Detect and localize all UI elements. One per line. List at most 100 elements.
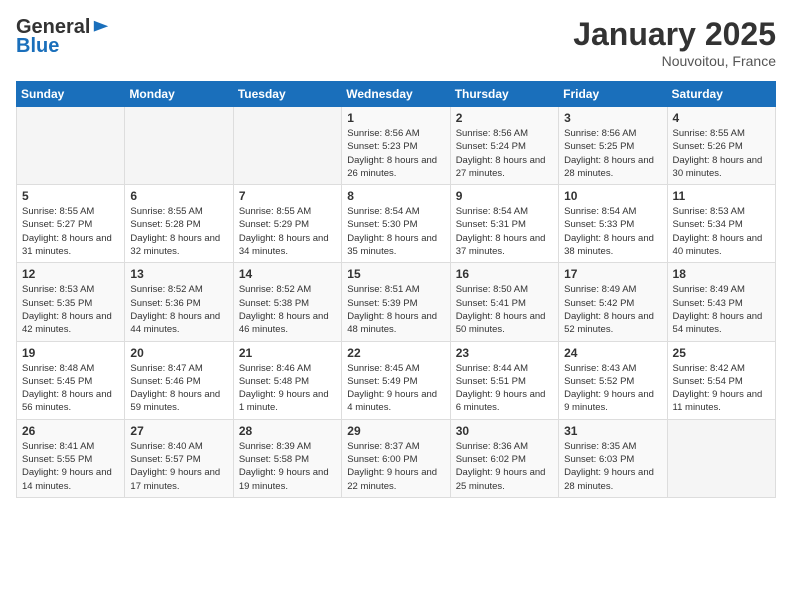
title-block: January 2025 Nouvoitou, France bbox=[573, 16, 776, 69]
calendar-week-1: 1 Sunrise: 8:56 AM Sunset: 5:23 PM Daylig… bbox=[17, 107, 776, 185]
day-number: 25 bbox=[673, 346, 770, 360]
calendar-cell: 20 Sunrise: 8:47 AM Sunset: 5:46 PM Dayli… bbox=[125, 341, 233, 419]
calendar-cell: 12 Sunrise: 8:53 AM Sunset: 5:35 PM Dayli… bbox=[17, 263, 125, 341]
day-number: 16 bbox=[456, 267, 553, 281]
calendar-cell bbox=[125, 107, 233, 185]
calendar-cell bbox=[667, 419, 775, 497]
month-title: January 2025 bbox=[573, 16, 776, 53]
day-info: Sunrise: 8:56 AM Sunset: 5:25 PM Dayligh… bbox=[564, 127, 661, 180]
calendar-cell: 1 Sunrise: 8:56 AM Sunset: 5:23 PM Daylig… bbox=[342, 107, 450, 185]
day-number: 3 bbox=[564, 111, 661, 125]
day-number: 6 bbox=[130, 189, 227, 203]
day-info: Sunrise: 8:46 AM Sunset: 5:48 PM Dayligh… bbox=[239, 362, 336, 415]
calendar-cell: 5Sunrise: 8:55 AM Sunset: 5:27 PM Daylig… bbox=[17, 185, 125, 263]
calendar-week-2: 5Sunrise: 8:55 AM Sunset: 5:27 PM Daylig… bbox=[17, 185, 776, 263]
day-number: 9 bbox=[456, 189, 553, 203]
calendar-cell: 22 Sunrise: 8:45 AM Sunset: 5:49 PM Dayli… bbox=[342, 341, 450, 419]
calendar-cell: 3 Sunrise: 8:56 AM Sunset: 5:25 PM Daylig… bbox=[559, 107, 667, 185]
day-info: Sunrise: 8:55 AM Sunset: 5:28 PM Dayligh… bbox=[130, 205, 227, 258]
calendar-cell: 6 Sunrise: 8:55 AM Sunset: 5:28 PM Daylig… bbox=[125, 185, 233, 263]
day-number: 4 bbox=[673, 111, 770, 125]
location: Nouvoitou, France bbox=[573, 53, 776, 69]
day-number: 27 bbox=[130, 424, 227, 438]
day-info: Sunrise: 8:44 AM Sunset: 5:51 PM Dayligh… bbox=[456, 362, 553, 415]
day-number: 21 bbox=[239, 346, 336, 360]
day-info: Sunrise: 8:41 AM Sunset: 5:55 PM Dayligh… bbox=[22, 440, 119, 493]
day-info: Sunrise: 8:42 AM Sunset: 5:54 PM Dayligh… bbox=[673, 362, 770, 415]
day-number: 23 bbox=[456, 346, 553, 360]
day-number: 14 bbox=[239, 267, 336, 281]
weekday-header-row: SundayMondayTuesdayWednesdayThursdayFrid… bbox=[17, 82, 776, 107]
weekday-header-monday: Monday bbox=[125, 82, 233, 107]
day-number: 11 bbox=[673, 189, 770, 203]
calendar-cell: 4 Sunrise: 8:55 AM Sunset: 5:26 PM Daylig… bbox=[667, 107, 775, 185]
weekday-header-wednesday: Wednesday bbox=[342, 82, 450, 107]
calendar-cell: 13Sunrise: 8:52 AM Sunset: 5:36 PM Dayli… bbox=[125, 263, 233, 341]
day-info: Sunrise: 8:52 AM Sunset: 5:38 PM Dayligh… bbox=[239, 283, 336, 336]
calendar-cell: 25 Sunrise: 8:42 AM Sunset: 5:54 PM Dayli… bbox=[667, 341, 775, 419]
calendar-cell: 11Sunrise: 8:53 AM Sunset: 5:34 PM Dayli… bbox=[667, 185, 775, 263]
calendar-cell: 8 Sunrise: 8:54 AM Sunset: 5:30 PM Daylig… bbox=[342, 185, 450, 263]
weekday-header-saturday: Saturday bbox=[667, 82, 775, 107]
calendar-cell: 2 Sunrise: 8:56 AM Sunset: 5:24 PM Daylig… bbox=[450, 107, 558, 185]
weekday-header-thursday: Thursday bbox=[450, 82, 558, 107]
day-number: 30 bbox=[456, 424, 553, 438]
day-info: Sunrise: 8:56 AM Sunset: 5:24 PM Dayligh… bbox=[456, 127, 553, 180]
calendar-cell: 7Sunrise: 8:55 AM Sunset: 5:29 PM Daylig… bbox=[233, 185, 341, 263]
calendar-cell: 19 Sunrise: 8:48 AM Sunset: 5:45 PM Dayli… bbox=[17, 341, 125, 419]
day-info: Sunrise: 8:36 AM Sunset: 6:02 PM Dayligh… bbox=[456, 440, 553, 493]
day-info: Sunrise: 8:54 AM Sunset: 5:33 PM Dayligh… bbox=[564, 205, 661, 258]
calendar-cell: 26Sunrise: 8:41 AM Sunset: 5:55 PM Dayli… bbox=[17, 419, 125, 497]
calendar-cell: 14 Sunrise: 8:52 AM Sunset: 5:38 PM Dayli… bbox=[233, 263, 341, 341]
day-number: 22 bbox=[347, 346, 444, 360]
calendar-cell: 16 Sunrise: 8:50 AM Sunset: 5:41 PM Dayli… bbox=[450, 263, 558, 341]
day-number: 17 bbox=[564, 267, 661, 281]
day-info: Sunrise: 8:53 AM Sunset: 5:35 PM Dayligh… bbox=[22, 283, 119, 336]
day-info: Sunrise: 8:35 AM Sunset: 6:03 PM Dayligh… bbox=[564, 440, 661, 493]
day-number: 1 bbox=[347, 111, 444, 125]
day-number: 18 bbox=[673, 267, 770, 281]
day-info: Sunrise: 8:56 AM Sunset: 5:23 PM Dayligh… bbox=[347, 127, 444, 180]
calendar-cell: 31Sunrise: 8:35 AM Sunset: 6:03 PM Dayli… bbox=[559, 419, 667, 497]
day-number: 20 bbox=[130, 346, 227, 360]
calendar-week-3: 12 Sunrise: 8:53 AM Sunset: 5:35 PM Dayli… bbox=[17, 263, 776, 341]
day-number: 29 bbox=[347, 424, 444, 438]
calendar-cell: 10 Sunrise: 8:54 AM Sunset: 5:33 PM Dayli… bbox=[559, 185, 667, 263]
calendar-table: SundayMondayTuesdayWednesdayThursdayFrid… bbox=[16, 81, 776, 498]
day-info: Sunrise: 8:55 AM Sunset: 5:26 PM Dayligh… bbox=[673, 127, 770, 180]
day-number: 8 bbox=[347, 189, 444, 203]
day-info: Sunrise: 8:45 AM Sunset: 5:49 PM Dayligh… bbox=[347, 362, 444, 415]
day-number: 19 bbox=[22, 346, 119, 360]
logo: General Blue bbox=[16, 16, 110, 58]
calendar-cell: 27Sunrise: 8:40 AM Sunset: 5:57 PM Dayli… bbox=[125, 419, 233, 497]
calendar-cell: 9 Sunrise: 8:54 AM Sunset: 5:31 PM Daylig… bbox=[450, 185, 558, 263]
day-info: Sunrise: 8:39 AM Sunset: 5:58 PM Dayligh… bbox=[239, 440, 336, 493]
day-info: Sunrise: 8:51 AM Sunset: 5:39 PM Dayligh… bbox=[347, 283, 444, 336]
day-number: 12 bbox=[22, 267, 119, 281]
calendar-week-5: 26Sunrise: 8:41 AM Sunset: 5:55 PM Dayli… bbox=[17, 419, 776, 497]
calendar-cell bbox=[17, 107, 125, 185]
weekday-header-tuesday: Tuesday bbox=[233, 82, 341, 107]
calendar-cell: 17 Sunrise: 8:49 AM Sunset: 5:42 PM Dayli… bbox=[559, 263, 667, 341]
day-number: 2 bbox=[456, 111, 553, 125]
day-number: 15 bbox=[347, 267, 444, 281]
day-info: Sunrise: 8:55 AM Sunset: 5:27 PM Dayligh… bbox=[22, 205, 119, 258]
calendar-cell: 29 Sunrise: 8:37 AM Sunset: 6:00 PM Dayli… bbox=[342, 419, 450, 497]
day-info: Sunrise: 8:54 AM Sunset: 5:30 PM Dayligh… bbox=[347, 205, 444, 258]
calendar-week-4: 19 Sunrise: 8:48 AM Sunset: 5:45 PM Dayli… bbox=[17, 341, 776, 419]
day-info: Sunrise: 8:37 AM Sunset: 6:00 PM Dayligh… bbox=[347, 440, 444, 493]
day-info: Sunrise: 8:50 AM Sunset: 5:41 PM Dayligh… bbox=[456, 283, 553, 336]
calendar-cell bbox=[233, 107, 341, 185]
day-info: Sunrise: 8:43 AM Sunset: 5:52 PM Dayligh… bbox=[564, 362, 661, 415]
day-info: Sunrise: 8:54 AM Sunset: 5:31 PM Dayligh… bbox=[456, 205, 553, 258]
day-info: Sunrise: 8:49 AM Sunset: 5:42 PM Dayligh… bbox=[564, 283, 661, 336]
day-number: 10 bbox=[564, 189, 661, 203]
day-info: Sunrise: 8:48 AM Sunset: 5:45 PM Dayligh… bbox=[22, 362, 119, 415]
calendar-cell: 30 Sunrise: 8:36 AM Sunset: 6:02 PM Dayli… bbox=[450, 419, 558, 497]
day-info: Sunrise: 8:49 AM Sunset: 5:43 PM Dayligh… bbox=[673, 283, 770, 336]
weekday-header-friday: Friday bbox=[559, 82, 667, 107]
day-info: Sunrise: 8:47 AM Sunset: 5:46 PM Dayligh… bbox=[130, 362, 227, 415]
calendar-cell: 23 Sunrise: 8:44 AM Sunset: 5:51 PM Dayli… bbox=[450, 341, 558, 419]
logo-blue-text: Blue bbox=[16, 35, 59, 58]
day-number: 7 bbox=[239, 189, 336, 203]
